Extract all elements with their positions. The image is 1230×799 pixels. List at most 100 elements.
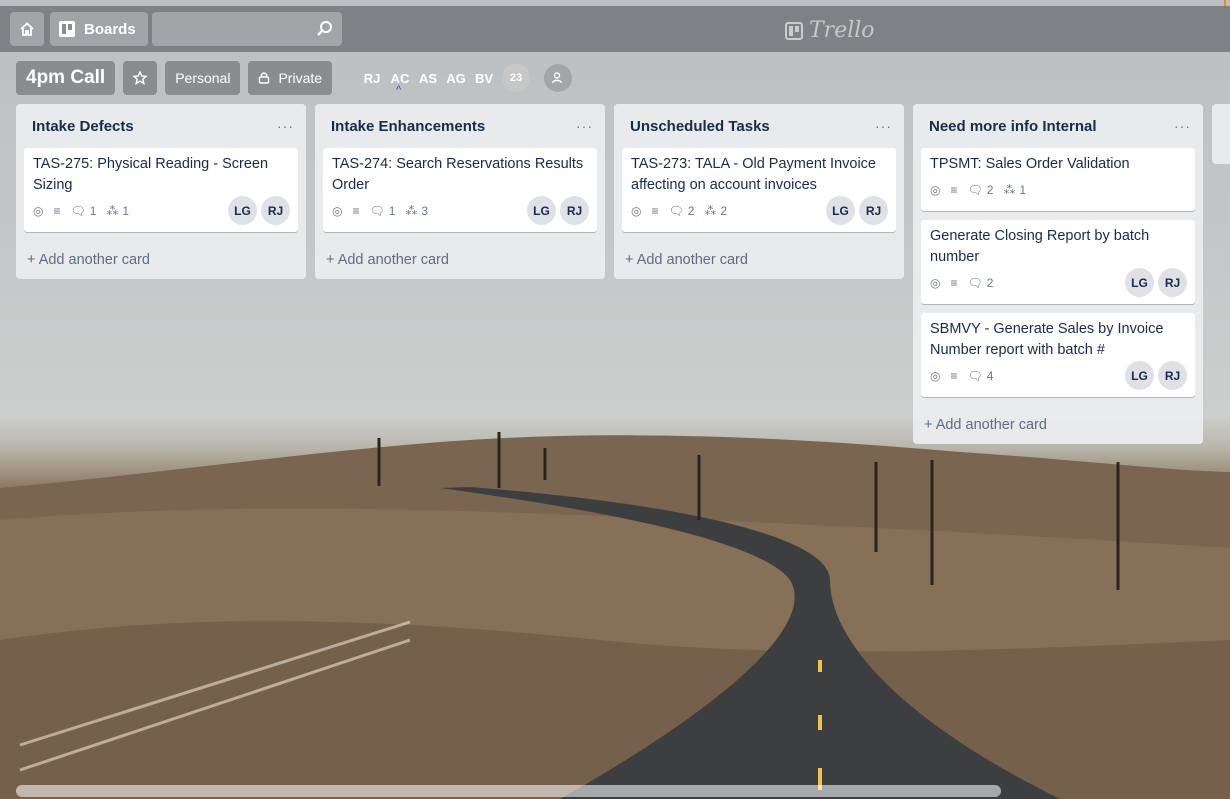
star-icon: [133, 71, 148, 85]
list-title[interactable]: Unscheduled Tasks: [630, 118, 770, 135]
watch-icon: ◎: [930, 369, 941, 383]
search-icon: [316, 21, 332, 36]
list-intake-defects: Intake Defects ··· TAS-275: Physical Rea…: [16, 104, 306, 279]
paperclip-icon: ⁂: [1003, 183, 1016, 197]
comment-icon: 🗨: [967, 369, 983, 383]
add-card-button[interactable]: + Add another card: [315, 241, 605, 279]
card-member-avatar[interactable]: RJ: [1158, 361, 1187, 390]
board-title[interactable]: 4pm Call: [16, 61, 116, 95]
comments-badge: 🗨 2: [669, 204, 695, 218]
card[interactable]: TAS-273: TALA - Old Payment Invoice affe…: [622, 148, 896, 232]
list-header: Unscheduled Tasks ···: [614, 104, 904, 148]
comment-icon: 🗨: [70, 204, 86, 218]
comment-count: 4: [986, 369, 994, 383]
member-avatar[interactable]: AS: [414, 71, 442, 86]
list-title[interactable]: Need more info Internal: [929, 118, 1097, 135]
comments-badge: 🗨 1: [370, 204, 396, 218]
member-overflow-count[interactable]: 23: [502, 64, 531, 92]
board-header: 4pm Call Personal Private RJ AC ^ AS AG …: [16, 60, 573, 96]
list-menu-button[interactable]: ···: [277, 118, 294, 134]
list-menu-button[interactable]: ···: [875, 118, 892, 134]
watch-icon: ◎: [930, 183, 941, 197]
list-title[interactable]: Intake Enhancements: [331, 118, 485, 135]
watch-icon: ◎: [631, 204, 642, 218]
star-button[interactable]: [123, 61, 158, 95]
list-need-more-info-internal: Need more info Internal ··· TPSMT: Sales…: [913, 104, 1203, 444]
trello-logo-icon: [785, 21, 803, 40]
invite-member-button[interactable]: [544, 64, 573, 92]
list-unscheduled-tasks: Unscheduled Tasks ··· TAS-273: TALA - Ol…: [614, 104, 904, 279]
list-header: Need more info Internal ···: [913, 104, 1203, 148]
comment-count: 1: [89, 204, 97, 218]
card[interactable]: Generate Closing Report by batch number …: [921, 220, 1195, 304]
boards-icon: [59, 21, 75, 37]
member-avatar[interactable]: BV: [470, 71, 498, 86]
list-title[interactable]: Intake Defects: [32, 118, 134, 135]
attachments-badge: ⁂ 3: [405, 204, 428, 218]
card-member-avatar[interactable]: LG: [1125, 361, 1154, 390]
description-icon: ≡: [352, 204, 360, 218]
comment-icon: 🗨: [967, 276, 983, 290]
team-label: Personal: [175, 70, 231, 86]
watch-icon: ◎: [930, 276, 941, 290]
add-card-button[interactable]: + Add another card: [913, 406, 1203, 444]
attachment-count: 1: [122, 204, 130, 218]
card[interactable]: TPSMT: Sales Order Validation ◎ ≡ 🗨 2 ⁂ 1: [921, 148, 1195, 211]
add-card-button[interactable]: + Add another card: [16, 241, 306, 279]
card-member-avatar[interactable]: RJ: [261, 196, 290, 225]
card-member-avatar[interactable]: LG: [527, 196, 556, 225]
board-members: RJ AC ^ AS AG BV 23: [358, 64, 573, 94]
card-title: SBMVY - Generate Sales by Invoice Number…: [930, 321, 1164, 358]
paperclip-icon: ⁂: [704, 204, 717, 218]
horizontal-scrollbar[interactable]: [16, 785, 1001, 797]
app-header: Boards Trello: [0, 6, 1230, 52]
search-input[interactable]: [151, 12, 342, 46]
paperclip-icon: ⁂: [405, 204, 418, 218]
next-list-peek[interactable]: [1212, 104, 1230, 164]
card[interactable]: SBMVY - Generate Sales by Invoice Number…: [921, 313, 1195, 397]
member-avatar[interactable]: AG: [442, 71, 470, 86]
card[interactable]: TAS-274: Search Reservations Results Ord…: [323, 148, 597, 232]
list-menu-button[interactable]: ···: [1174, 118, 1191, 134]
description-icon: ≡: [651, 204, 659, 218]
list-menu-button[interactable]: ···: [576, 118, 593, 134]
lock-icon: [259, 72, 270, 84]
card[interactable]: TAS-275: Physical Reading - Screen Sizin…: [24, 148, 298, 232]
comments-badge: 🗨 1: [71, 204, 97, 218]
comment-count: 2: [986, 276, 994, 290]
attachment-count: 3: [421, 204, 429, 218]
card-member-avatar[interactable]: LG: [1125, 268, 1154, 297]
card-member-avatar[interactable]: LG: [826, 196, 855, 225]
card-member-avatar[interactable]: RJ: [859, 196, 888, 225]
logo-text: Trello: [809, 18, 875, 43]
home-button[interactable]: [10, 12, 44, 46]
boards-button[interactable]: Boards: [50, 12, 148, 46]
admin-chevron-icon: ^: [396, 83, 402, 94]
privacy-button[interactable]: Private: [248, 61, 333, 95]
list-intake-enhancements: Intake Enhancements ··· TAS-274: Search …: [315, 104, 605, 279]
comment-count: 2: [687, 204, 695, 218]
card-member-avatar[interactable]: LG: [228, 196, 257, 225]
description-icon: ≡: [950, 183, 958, 197]
trello-logo[interactable]: Trello: [785, 18, 875, 43]
privacy-label: Private: [278, 70, 323, 86]
list-header: Intake Defects ···: [16, 104, 306, 148]
card-title: TAS-275: Physical Reading - Screen Sizin…: [33, 156, 269, 193]
team-visibility-button[interactable]: Personal: [165, 61, 241, 95]
card-member-avatar[interactable]: RJ: [560, 196, 589, 225]
member-avatar[interactable]: AC ^: [386, 71, 414, 94]
add-person-icon: [551, 72, 563, 84]
paperclip-icon: ⁂: [106, 204, 119, 218]
attachment-count: 1: [1019, 183, 1027, 197]
boards-label: Boards: [84, 20, 136, 38]
attachment-count: 2: [720, 204, 728, 218]
add-card-button[interactable]: + Add another card: [614, 241, 904, 279]
comments-badge: 🗨 2: [968, 183, 994, 197]
description-icon: ≡: [950, 369, 958, 383]
attachments-badge: ⁂ 2: [704, 204, 727, 218]
member-avatar[interactable]: RJ: [358, 71, 386, 86]
card-member-avatar[interactable]: RJ: [1158, 268, 1187, 297]
comment-icon: 🗨: [967, 183, 983, 197]
description-icon: ≡: [950, 276, 958, 290]
comments-badge: 🗨 2: [968, 276, 994, 290]
